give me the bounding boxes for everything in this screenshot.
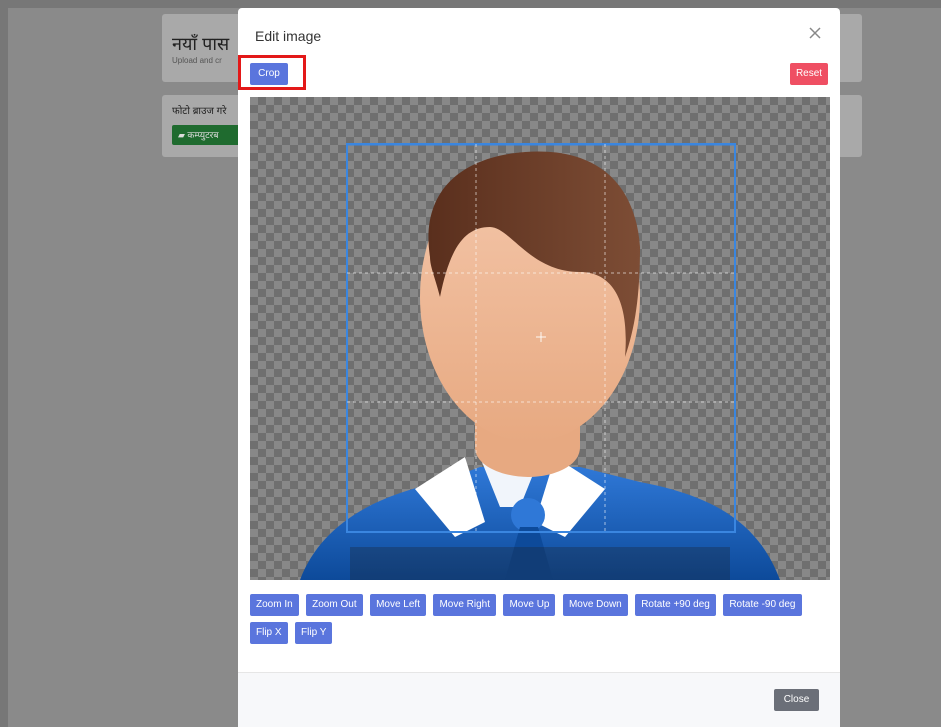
edit-image-modal: Edit image Crop Reset Zoom In Zoom Out M… — [238, 8, 840, 727]
move-up-button[interactable]: Move Up — [503, 594, 556, 616]
move-left-button[interactable]: Move Left — [370, 594, 426, 616]
flip-y-button[interactable]: Flip Y — [295, 622, 333, 644]
zoom-in-button[interactable]: Zoom In — [250, 594, 299, 616]
image-crop-stage[interactable] — [250, 97, 830, 580]
move-down-button[interactable]: Move Down — [562, 594, 628, 616]
background-label: फोटो ब्राउज गरे — [172, 106, 227, 117]
modal-footer — [238, 673, 840, 727]
reset-button[interactable]: Reset — [790, 63, 828, 85]
close-button[interactable]: Close — [774, 689, 819, 711]
rotate-minus-90-button[interactable]: Rotate -90 deg — [723, 594, 802, 616]
background-title: नयाँ पास — [172, 34, 230, 54]
close-icon[interactable] — [808, 26, 822, 40]
rotate-plus-90-button[interactable]: Rotate +90 deg — [635, 594, 716, 616]
crop-highlight-box — [238, 55, 306, 90]
background-subtitle: Upload and cr — [172, 56, 222, 65]
move-right-button[interactable]: Move Right — [433, 594, 497, 616]
flip-x-button[interactable]: Flip X — [250, 622, 288, 644]
background-browse-label: कम्प्युटरब — [187, 130, 219, 140]
modal-title: Edit image — [255, 28, 322, 44]
image-tools: Zoom In Zoom Out Move Left Move Right Mo… — [250, 594, 830, 650]
zoom-out-button[interactable]: Zoom Out — [306, 594, 363, 616]
folder-icon: ▰ — [178, 130, 188, 140]
avatar-image — [300, 143, 780, 580]
